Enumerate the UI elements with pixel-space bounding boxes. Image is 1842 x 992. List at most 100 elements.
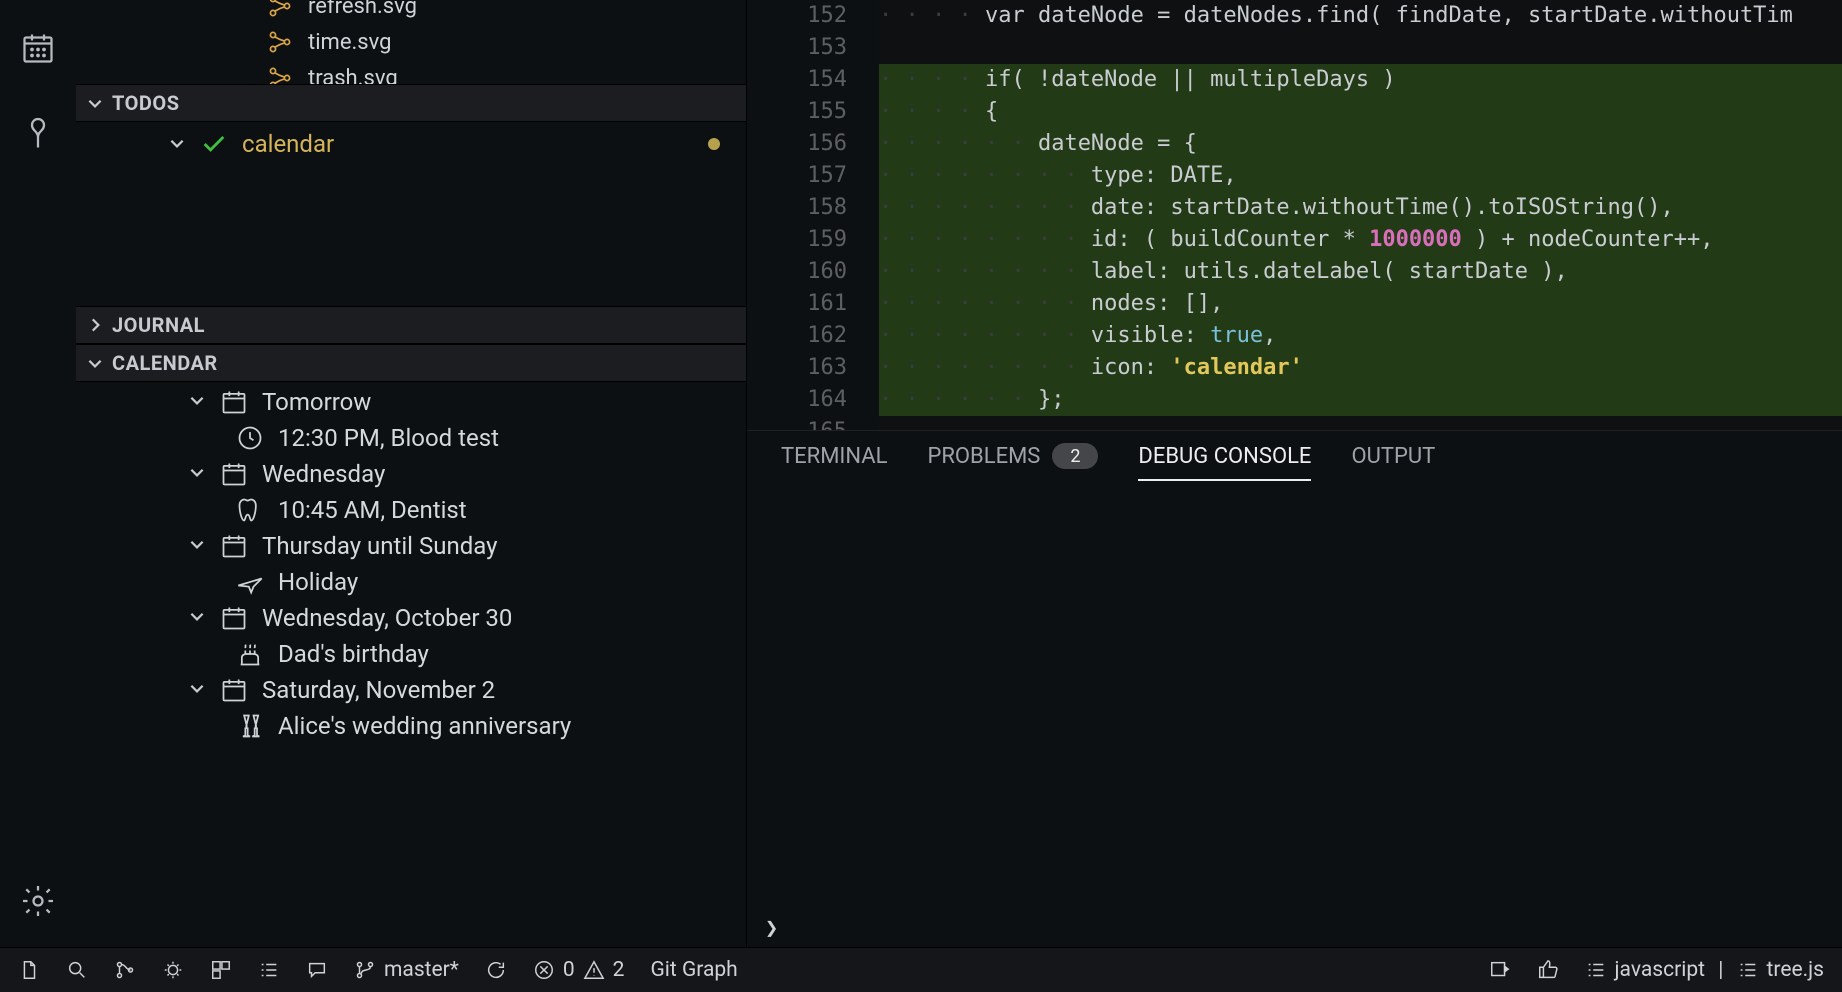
panel-body [747, 481, 1842, 910]
bottom-panel: TERMINAL PROBLEMS 2 DEBUG CONSOLE OUTPUT… [747, 430, 1842, 947]
code-area[interactable]: · · · · var dateNode = dateNodes.find( f… [879, 0, 1842, 430]
chevron-down-icon [188, 534, 206, 559]
status-breadcrumb[interactable]: javascript | tree.js [1585, 958, 1824, 982]
calendar-label: Holiday [278, 568, 358, 596]
calendar-event[interactable]: Alice's wedding anniversary [76, 708, 746, 744]
status-branch[interactable]: master* [354, 958, 459, 982]
status-search-icon[interactable] [66, 959, 88, 981]
calendar-icon [220, 604, 248, 632]
chevron-down-icon [188, 462, 206, 487]
calendar-label: Wednesday [262, 460, 385, 488]
line-number-gutter: 1521531541551561571581591601611621631641… [747, 0, 879, 430]
tab-debug-console[interactable]: DEBUG CONSOLE [1138, 444, 1311, 481]
status-extensions-icon[interactable] [210, 959, 232, 981]
calendar-event[interactable]: Dad's birthday [76, 636, 746, 672]
status-debug-icon[interactable] [162, 959, 184, 981]
chevron-down-icon [168, 130, 186, 158]
status-git-graph[interactable]: Git Graph [650, 958, 737, 982]
section-title: CALENDAR [112, 351, 218, 375]
branch-name: master* [384, 958, 459, 982]
section-header-todos[interactable]: TODOS [76, 84, 746, 122]
sidebar: refresh.svg time.svg trash.svg TODOS [76, 0, 746, 947]
calendar-icon [220, 460, 248, 488]
file-row[interactable]: time.svg [76, 24, 746, 60]
error-count: 0 [563, 958, 575, 982]
calendar-label: Dad's birthday [278, 640, 429, 668]
calendar-event[interactable]: Holiday [76, 564, 746, 600]
chevron-down-icon [86, 94, 104, 112]
calendar-icon [220, 532, 248, 560]
todo-label: calendar [242, 130, 334, 158]
calendar-group[interactable]: Saturday, November 2 [76, 672, 746, 708]
tree-activity-icon[interactable] [20, 116, 56, 152]
code-editor[interactable]: 1521531541551561571581591601611621631641… [747, 0, 1842, 430]
warning-count: 2 [613, 958, 625, 982]
calendar-label: 12:30 PM, Blood test [278, 424, 499, 452]
calendar-activity-icon[interactable] [20, 30, 56, 66]
file-tree: refresh.svg time.svg trash.svg [76, 0, 746, 84]
tab-output[interactable]: OUTPUT [1351, 444, 1435, 481]
tab-label: TERMINAL [781, 444, 887, 469]
editor-pane: 1521531541551561571581591601611621631641… [746, 0, 1842, 947]
chevron-down-icon [188, 390, 206, 415]
chevron-right-icon [86, 316, 104, 334]
problems-count-badge: 2 [1052, 443, 1098, 469]
cake-icon [236, 640, 264, 668]
main-area: refresh.svg time.svg trash.svg TODOS [0, 0, 1842, 947]
status-bar: master* 0 2 Git Graph javascript | tree.… [0, 947, 1842, 992]
section-title: JOURNAL [112, 313, 205, 337]
status-like-icon[interactable] [1537, 959, 1559, 981]
calendar-icon [220, 676, 248, 704]
todo-item-calendar[interactable]: calendar [76, 124, 746, 164]
calendar-tree: Tomorrow 12:30 PM, Blood test Wednesday 10:… [76, 382, 746, 746]
plane-icon [236, 568, 264, 596]
status-source-control-icon[interactable] [114, 959, 136, 981]
debug-console-input[interactable]: ❯ [747, 910, 1842, 947]
tab-problems[interactable]: PROBLEMS 2 [927, 443, 1098, 481]
modified-dot-icon [708, 138, 720, 150]
calendar-label: Wednesday, October 30 [262, 604, 512, 632]
calendar-label: Tomorrow [262, 388, 371, 416]
file-name: refresh.svg [308, 0, 417, 19]
file-name: trash.svg [308, 66, 398, 85]
prompt-icon: ❯ [765, 916, 778, 941]
calendar-label: Alice's wedding anniversary [278, 712, 571, 740]
status-list-icon[interactable] [258, 959, 280, 981]
tab-label: OUTPUT [1351, 444, 1435, 469]
status-run-icon[interactable] [1489, 959, 1511, 981]
file-name: time.svg [308, 30, 392, 55]
settings-gear-icon[interactable] [20, 883, 56, 919]
champagne-icon [236, 712, 264, 740]
calendar-event[interactable]: 12:30 PM, Blood test [76, 420, 746, 456]
clock-icon [236, 424, 264, 452]
calendar-label: Thursday until Sunday [262, 532, 497, 560]
status-errors-warnings[interactable]: 0 2 [533, 958, 625, 982]
calendar-icon [220, 388, 248, 416]
file-row[interactable]: trash.svg [76, 60, 746, 84]
section-title: TODOS [112, 91, 180, 115]
calendar-group[interactable]: Wednesday, October 30 [76, 600, 746, 636]
calendar-group[interactable]: Thursday until Sunday [76, 528, 746, 564]
tab-label: PROBLEMS [927, 444, 1040, 469]
calendar-label: Saturday, November 2 [262, 676, 495, 704]
todos-tree: calendar [76, 122, 746, 306]
chevron-down-icon [188, 606, 206, 631]
calendar-group[interactable]: Tomorrow [76, 384, 746, 420]
tooth-icon [236, 496, 264, 524]
activity-bar [0, 0, 76, 947]
calendar-group[interactable]: Wednesday [76, 456, 746, 492]
status-file-icon[interactable] [18, 959, 40, 981]
calendar-event[interactable]: 10:45 AM, Dentist [76, 492, 746, 528]
status-sync-icon[interactable] [485, 959, 507, 981]
tab-terminal[interactable]: TERMINAL [781, 444, 887, 481]
file-row[interactable]: refresh.svg [76, 0, 746, 24]
status-feedback-icon[interactable] [306, 959, 328, 981]
tab-label: DEBUG CONSOLE [1138, 444, 1311, 469]
section-header-journal[interactable]: JOURNAL [76, 306, 746, 344]
git-graph-label: Git Graph [650, 958, 737, 982]
app-root: refresh.svg time.svg trash.svg TODOS [0, 0, 1842, 992]
chevron-down-icon [86, 354, 104, 372]
chevron-down-icon [188, 678, 206, 703]
section-header-calendar[interactable]: CALENDAR [76, 344, 746, 382]
calendar-label: 10:45 AM, Dentist [278, 496, 467, 524]
